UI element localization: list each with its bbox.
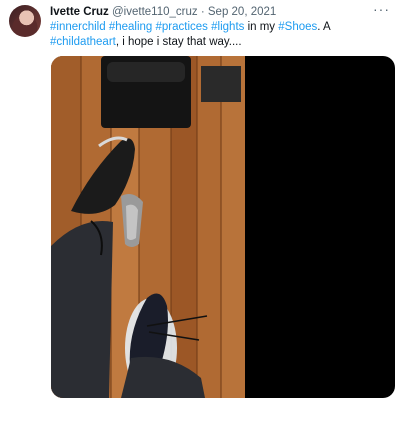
hashtag-link[interactable]: #Shoes [278, 21, 317, 33]
more-options-icon[interactable]: ··· [373, 1, 390, 17]
tweet-video[interactable] [51, 56, 395, 398]
hashtag-link[interactable]: #childatheart [50, 36, 116, 48]
tweet-text-segment: . A [317, 21, 331, 33]
tweet-date[interactable]: Sep 20, 2021 [208, 6, 276, 18]
tweet-text-segment: in my [244, 21, 279, 33]
tweet-text: #innerchild #healing #practices #lights … [50, 20, 390, 50]
tweet-header: Ivette Cruz @ivette110_cruz · Sep 20, 20… [50, 5, 276, 19]
tweet-text-segment: , i hope i stay that way.... [115, 36, 242, 48]
avatar[interactable] [9, 5, 41, 37]
hashtag-link[interactable]: #healing [109, 21, 152, 33]
author-name[interactable]: Ivette Cruz [50, 6, 109, 18]
hashtag-link[interactable]: #lights [211, 21, 244, 33]
video-frame-shoes [51, 56, 245, 398]
tweet-card[interactable]: Ivette Cruz @ivette110_cruz · Sep 20, 20… [0, 0, 400, 433]
hashtag-link[interactable]: #practices [156, 21, 208, 33]
separator: · [200, 6, 205, 18]
hashtag-link[interactable]: #innerchild [50, 21, 106, 33]
author-handle[interactable]: @ivette110_cruz [112, 6, 198, 18]
